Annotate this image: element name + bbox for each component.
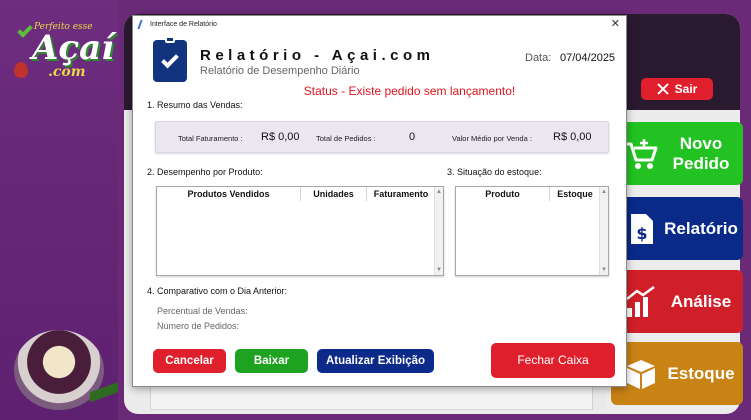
- left-sidebar: Perfeito esse Açaí .com: [0, 0, 118, 420]
- palm-leaf-image: [90, 372, 118, 412]
- cancel-button[interactable]: Cancelar: [153, 349, 226, 373]
- report-label: Relatório: [664, 218, 738, 238]
- stock-section-title: 3. Situação do estoque:: [447, 167, 542, 177]
- stock-label: Estoque: [667, 363, 735, 383]
- date-value: 07/04/2025: [560, 52, 616, 64]
- document-dollar-icon: $: [631, 213, 653, 244]
- analysis-label: Análise: [670, 291, 732, 311]
- products-section-title: 2. Desempenho por Produto:: [147, 167, 263, 177]
- total-revenue-label: Total Faturamento :: [178, 134, 243, 143]
- cart-plus-icon: [625, 138, 658, 169]
- new-order-label-1: Novo: [679, 133, 723, 153]
- avg-sale-label: Valor Médio por Venda :: [452, 134, 532, 143]
- close-icon: [657, 83, 669, 95]
- orders-count-label: Número de Pedidos:: [157, 321, 240, 331]
- report-button[interactable]: $ Relatório: [611, 197, 743, 260]
- check-icon: [17, 22, 33, 38]
- col-revenue[interactable]: Faturamento: [367, 187, 435, 201]
- total-orders-value: 0: [409, 131, 416, 143]
- summary-section-title: 1. Resumo das Vendas:: [147, 100, 243, 110]
- total-orders-label: Total de Pedidos :: [316, 134, 376, 143]
- close-register-button[interactable]: Fechar Caixa: [491, 343, 615, 378]
- box-icon: [627, 359, 655, 389]
- col-product[interactable]: Produto: [456, 187, 550, 201]
- date-label: Data:: [525, 52, 552, 64]
- bar-chart-icon: [626, 285, 655, 317]
- download-button[interactable]: Baixar: [235, 349, 308, 373]
- report-subtitle: Relatório de Desempenho Diário: [200, 65, 360, 77]
- dialog-titlebar[interactable]: Interface de Relatório ✕: [133, 16, 626, 32]
- total-revenue-value: R$ 0,00: [261, 131, 300, 143]
- new-order-button[interactable]: Novo Pedido: [611, 122, 743, 185]
- logout-label: Sair: [674, 82, 698, 96]
- dialog-close-button[interactable]: ✕: [611, 17, 620, 30]
- app-logo: Perfeito esse Açaí .com: [14, 22, 114, 82]
- percent-sales-label: Percentual de Vendas:: [157, 306, 248, 316]
- dialog-window-title: Interface de Relatório: [150, 20, 217, 28]
- strawberry-icon: [14, 62, 28, 78]
- col-stock[interactable]: Estoque: [550, 187, 600, 201]
- analysis-button[interactable]: Análise: [611, 270, 743, 333]
- status-message: Status - Existe pedido sem lançamento!: [303, 84, 516, 98]
- svg-text:$: $: [636, 224, 647, 243]
- report-title: Relatório - Açai.com: [200, 47, 435, 64]
- products-table[interactable]: Produtos Vendidos Unidades Faturamento ▲…: [156, 186, 444, 276]
- feather-icon: [137, 19, 147, 29]
- report-dialog: Interface de Relatório ✕ Relatório - Aça…: [132, 15, 627, 387]
- refresh-view-button[interactable]: Atualizar Exibição: [317, 349, 434, 373]
- col-units[interactable]: Unidades: [301, 187, 367, 201]
- stock-button[interactable]: Estoque: [611, 342, 743, 405]
- products-scrollbar[interactable]: ▲ ▼: [434, 187, 443, 275]
- stock-scrollbar[interactable]: ▲ ▼: [599, 187, 608, 275]
- comparison-section-title: 4. Comparativo com o Dia Anterior:: [147, 286, 288, 296]
- avg-sale-value: R$ 0,00: [553, 131, 592, 143]
- logout-button[interactable]: Sair: [641, 78, 713, 100]
- col-products[interactable]: Produtos Vendidos: [157, 187, 301, 201]
- clipboard-check-icon: [153, 36, 187, 82]
- stock-table[interactable]: Produto Estoque ▲ ▼: [455, 186, 609, 276]
- new-order-label-2: Pedido: [672, 153, 730, 173]
- summary-panel: Total Faturamento : R$ 0,00 Total de Ped…: [155, 121, 609, 153]
